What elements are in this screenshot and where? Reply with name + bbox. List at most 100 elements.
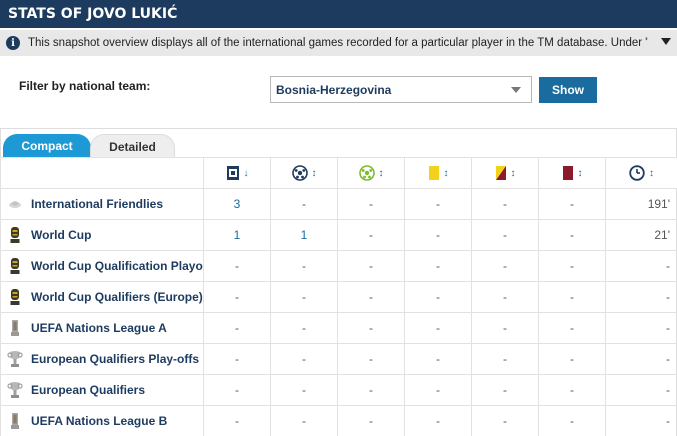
column-header-yellow-cards[interactable]: ↕ [404,157,472,189]
euro-trophy-icon [7,381,23,399]
column-header-goals[interactable]: ↕ [270,157,338,189]
table-row: UEFA Nations League A------- [0,312,677,344]
stat-cell: - [270,374,338,406]
tab-compact[interactable]: Compact [3,134,91,158]
stat-cell: - [538,188,606,220]
stat-cell: - [404,374,472,406]
stat-cell: - [270,405,338,436]
table-row: World Cup Qualification Playoffs - - - - - - - [0,250,677,282]
competition-link[interactable]: World Cup Qualification Playoffs [31,259,203,273]
stat-cell: - [203,405,271,436]
national-team-select[interactable]: Bosnia-Herzegovina [270,76,532,103]
sort-icon[interactable]: ↕ [511,168,516,179]
competition-cell: UEFA Nations League B [0,405,204,436]
filter-label: Filter by national team: [19,79,151,93]
stat-cell: - [404,250,472,282]
competition-cell: World Cup Qualifiers (Europe) [0,281,204,313]
competition-link[interactable]: UEFA Nations League B [31,414,167,428]
page-title: Stats of Jovo Lukić [0,0,677,28]
stat-cell: - [270,188,338,220]
chevron-down-icon[interactable] [661,38,671,45]
competition-cell: World Cup [0,219,204,251]
table-row: European Qualifiers - - - - - - - [0,374,677,406]
competition-link[interactable]: UEFA Nations League A [31,321,167,335]
stat-cell: - [337,250,405,282]
chevron-down-icon [511,87,521,93]
competition-link[interactable]: International Friendlies [31,197,163,211]
stat-cell: - [203,343,271,375]
info-banner[interactable]: i This snapshot overview displays all of… [0,30,677,56]
competition-link[interactable]: European Qualifiers Play-offs [31,352,199,366]
column-header-minutes[interactable]: ↕ [605,157,677,189]
column-header-competition [0,157,204,189]
stat-cell: - [538,343,606,375]
stats-table: ↓ ↕ ↕ ↕ ↕ ↕ ↕ International Friendlies 3… [0,157,677,436]
stat-cell: - [203,250,271,282]
stat-cell: - [203,281,271,313]
column-header-appearances[interactable]: ↓ [203,157,271,189]
stat-cell: - [270,250,338,282]
stat-cell: - [270,343,338,375]
stat-cell: - [471,281,539,313]
competition-link[interactable]: World Cup [31,228,91,242]
national-team-select-value: Bosnia-Herzegovina [276,82,392,97]
stat-cell: - [337,343,405,375]
world-cup-trophy-icon [7,257,23,275]
assists-icon [358,165,375,181]
stat-cell[interactable]: 1 [203,219,271,251]
second-yellow-icon [495,166,506,180]
stat-cell: - [538,250,606,282]
stat-cell: - [404,281,472,313]
table-row: UEFA Nations League B------- [0,405,677,436]
stat-cell: - [605,343,677,375]
show-button[interactable]: Show [539,77,597,103]
sort-icon[interactable]: ↕ [578,168,583,179]
stat-cell: - [404,312,472,344]
stat-cell: - [605,312,677,344]
stat-cell: - [337,281,405,313]
competition-link[interactable]: World Cup Qualifiers (Europe) [31,290,203,304]
stat-cell: - [270,312,338,344]
stat-cell: 21' [605,219,677,251]
stat-cell: - [203,374,271,406]
column-header-assists[interactable]: ↕ [337,157,405,189]
info-text: This snapshot overview displays all of t… [28,37,648,49]
stat-cell: - [471,374,539,406]
stat-cell: - [471,219,539,251]
table-row: World Cup 1 1- - - -21' [0,219,677,251]
stat-cell: - [471,188,539,220]
stat-cell: - [605,374,677,406]
column-header-red-cards[interactable]: ↕ [538,157,606,189]
sort-icon[interactable]: ↕ [312,168,317,179]
nations-league-icon [7,319,23,337]
friendly-icon [7,195,23,213]
stat-cell: - [337,188,405,220]
goals-icon [291,165,308,181]
stat-cell: - [337,374,405,406]
table-row: World Cup Qualifiers (Europe) - - - - - - - [0,281,677,313]
competition-link[interactable]: European Qualifiers [31,383,145,397]
table-row: International Friendlies 3- - - - -191' [0,188,677,220]
sort-icon[interactable]: ↕ [444,168,449,179]
stat-cell: - [337,405,405,436]
sort-icon[interactable]: ↓ [244,168,249,179]
competition-cell: International Friendlies [0,188,204,220]
stat-cell: - [471,343,539,375]
tab-detailed[interactable]: Detailed [90,134,175,158]
red-card-icon [562,166,573,180]
nations-league-icon [7,412,23,430]
sort-icon[interactable]: ↕ [379,168,384,179]
euro-trophy-icon [7,350,23,368]
stat-cell[interactable]: 3 [203,188,271,220]
stat-cell: - [605,281,677,313]
table-header-row: ↓ ↕ ↕ ↕ ↕ ↕ ↕ [0,157,677,189]
stat-cell: - [471,312,539,344]
stat-cell: - [404,405,472,436]
world-cup-trophy-icon [7,226,23,244]
stat-cell[interactable]: 1 [270,219,338,251]
stat-cell: - [538,312,606,344]
competition-cell: European Qualifiers Play-offs [0,343,204,375]
sort-icon[interactable]: ↕ [649,168,654,179]
column-header-second-yellow[interactable]: ↕ [471,157,539,189]
table-row: European Qualifiers Play-offs - - - - - - - [0,343,677,375]
